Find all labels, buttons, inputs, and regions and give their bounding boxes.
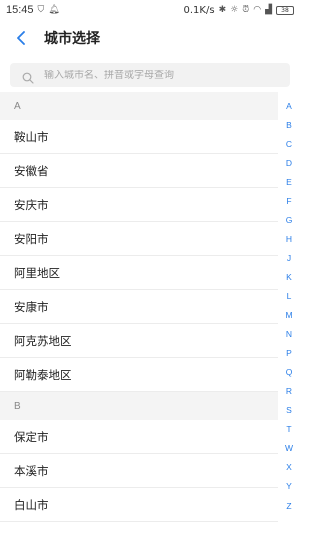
shield-icon: ⛉ — [37, 5, 45, 15]
network-speed: 0.1K/s — [183, 4, 215, 16]
index-letter-d[interactable]: D — [286, 153, 292, 172]
city-list: A 鞍山市 安徽省 安庆市 安阳市 阿里地区 安康市 阿克苏地区 阿勒泰地区 B… — [0, 92, 278, 533]
list-item[interactable]: 阿勒泰地区 — [0, 358, 278, 392]
index-letter-q[interactable]: Q — [286, 363, 293, 382]
search-input[interactable] — [44, 69, 274, 81]
list-item[interactable]: 安徽省 — [0, 154, 278, 188]
status-bar: 15:45 ⛉ 🔔︎ 0.1K/s ✱ ☼ ⏰︎ ◠ ▟ 38 — [0, 0, 300, 20]
list-item[interactable]: 鞍山市 — [0, 120, 278, 154]
battery-icon: 38 — [276, 5, 294, 15]
index-letter-l[interactable]: L — [287, 286, 292, 305]
list-item[interactable]: 白山市 — [0, 488, 278, 522]
index-letter-m[interactable]: M — [285, 306, 292, 325]
search-wrap — [0, 56, 300, 93]
index-letter-x[interactable]: X — [286, 458, 292, 477]
index-letter-j[interactable]: J — [287, 248, 291, 267]
index-letter-f[interactable]: F — [286, 191, 291, 210]
list-item[interactable]: 安康市 — [0, 290, 278, 324]
signal-icon: ▟ — [265, 5, 272, 15]
section-header-b: B — [0, 392, 278, 420]
back-arrow-icon[interactable] — [12, 29, 30, 47]
index-letter-n[interactable]: N — [286, 325, 292, 344]
list-item[interactable]: 保定市 — [0, 420, 278, 454]
index-letter-y[interactable]: Y — [286, 477, 292, 496]
index-letter-c[interactable]: C — [286, 134, 292, 153]
index-letter-k[interactable]: K — [286, 267, 292, 286]
section-header-a: A — [0, 92, 278, 120]
list-item[interactable]: 阿里地区 — [0, 256, 278, 290]
search-box[interactable] — [10, 63, 290, 87]
list-item[interactable]: 本溪市 — [0, 454, 278, 488]
status-right: 0.1K/s ✱ ☼ ⏰︎ ◠ ▟ 38 — [184, 5, 294, 16]
list-item[interactable]: 安阳市 — [0, 222, 278, 256]
index-letter-g[interactable]: G — [286, 210, 293, 229]
index-letter-a[interactable]: A — [286, 96, 292, 115]
index-letter-e[interactable]: E — [286, 172, 292, 191]
list-item[interactable]: 阿克苏地区 — [0, 324, 278, 358]
index-letter-b[interactable]: B — [286, 115, 292, 134]
bluetooth-icon: ✱ — [218, 5, 227, 15]
index-letter-p[interactable]: P — [286, 344, 292, 363]
index-letter-r[interactable]: R — [286, 382, 292, 401]
index-letter-z[interactable]: Z — [286, 496, 291, 515]
bell-icon: 🔔︎ — [48, 5, 60, 15]
brightness-icon: ☼ — [230, 5, 239, 15]
search-icon — [22, 69, 34, 84]
status-left: 15:45 ⛉ 🔔︎ — [6, 4, 60, 16]
list-item[interactable]: 安庆市 — [0, 188, 278, 222]
index-letter-w[interactable]: W — [285, 439, 293, 458]
header: 城市选择 — [0, 20, 300, 56]
alphabet-index[interactable]: A B C D E F G H J K L M N P Q R S T W X … — [278, 96, 300, 515]
index-letter-h[interactable]: H — [286, 229, 292, 248]
status-time: 15:45 — [6, 4, 34, 16]
index-letter-s[interactable]: S — [286, 401, 292, 420]
list-item[interactable]: 白城市 — [0, 522, 278, 533]
page-title: 城市选择 — [44, 31, 100, 47]
alarm-icon: ⏰︎ — [242, 5, 250, 15]
wifi-icon: ◠ — [253, 5, 262, 15]
index-letter-t[interactable]: T — [286, 420, 291, 439]
